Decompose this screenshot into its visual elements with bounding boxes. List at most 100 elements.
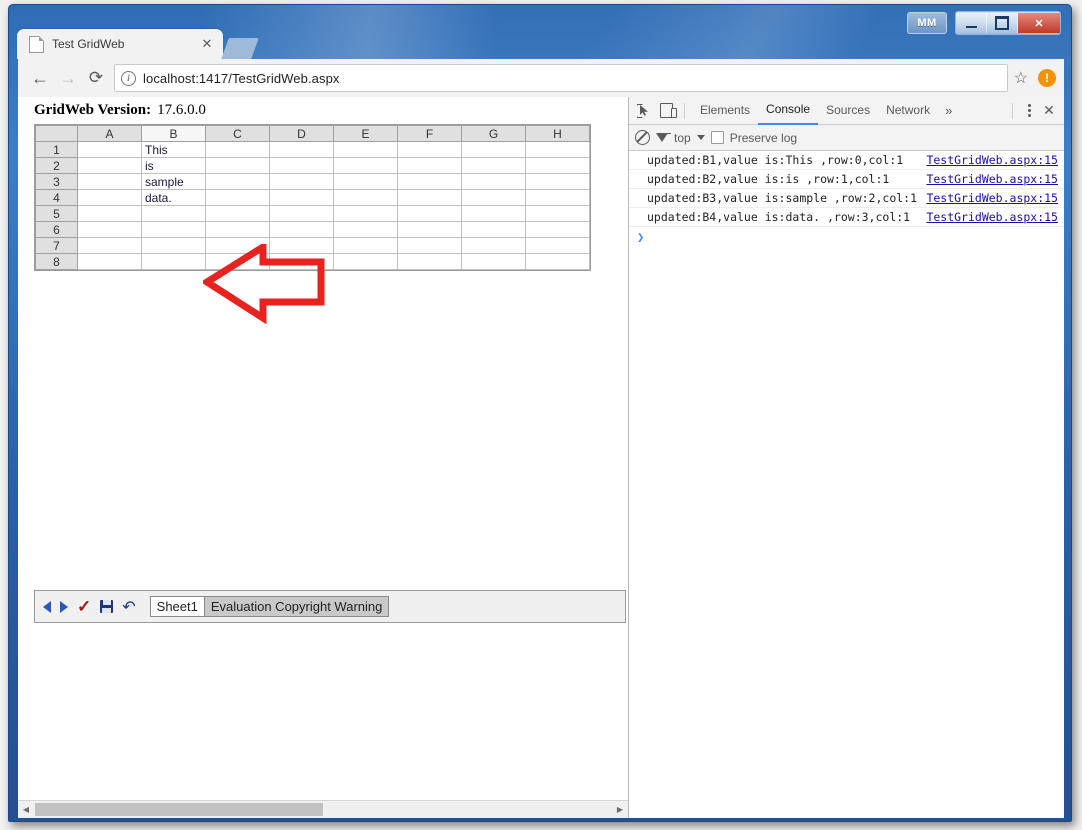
grid-cell-F1[interactable] xyxy=(397,141,462,158)
grid-column-header-g[interactable]: G xyxy=(461,125,526,142)
grid-cell-F3[interactable] xyxy=(397,173,462,190)
grid-cell-D1[interactable] xyxy=(269,141,334,158)
grid-column-header-b[interactable]: B xyxy=(141,125,206,142)
grid-column-header-a[interactable]: A xyxy=(77,125,142,142)
submit-button[interactable]: ✓ xyxy=(77,597,91,617)
bookmark-star-icon[interactable]: ☆ xyxy=(1014,68,1028,88)
next-sheet-button[interactable] xyxy=(60,600,68,613)
grid-column-header-e[interactable]: E xyxy=(333,125,398,142)
tab-elements[interactable]: Elements xyxy=(692,97,758,124)
scroll-left-arrow-icon[interactable]: ◀ xyxy=(18,802,34,817)
grid-cell-G8[interactable] xyxy=(461,253,526,270)
minimize-button[interactable] xyxy=(956,13,987,33)
grid-row-header-8[interactable]: 8 xyxy=(35,253,78,270)
grid-cell-H5[interactable] xyxy=(525,205,590,222)
console-context-selector[interactable]: top xyxy=(674,131,691,145)
grid-cell-D3[interactable] xyxy=(269,173,334,190)
address-bar[interactable]: i localhost:1417/TestGridWeb.aspx xyxy=(114,64,1008,92)
grid-cell-H7[interactable] xyxy=(525,237,590,254)
reload-button[interactable]: ⟳ xyxy=(82,64,110,92)
grid-cell-A1[interactable] xyxy=(77,141,142,158)
grid-cell-C3[interactable] xyxy=(205,173,270,190)
grid-row-header-6[interactable]: 6 xyxy=(35,221,78,238)
grid-cell-H2[interactable] xyxy=(525,157,590,174)
grid-cell-E4[interactable] xyxy=(333,189,398,206)
console-message-source-link[interactable]: TestGridWeb.aspx:15 xyxy=(926,172,1058,186)
devtools-settings-kebab-icon[interactable] xyxy=(1020,102,1038,120)
grid-cell-C1[interactable] xyxy=(205,141,270,158)
preserve-log-checkbox[interactable] xyxy=(710,131,724,144)
grid-cell-A8[interactable] xyxy=(77,253,142,270)
close-devtools-button[interactable]: ✕ xyxy=(1038,100,1060,122)
scroll-right-arrow-icon[interactable]: ▶ xyxy=(612,802,628,817)
grid-cell-C6[interactable] xyxy=(205,221,270,238)
console-prompt-row[interactable]: ❯ xyxy=(629,227,1064,247)
grid-cell-B1[interactable]: This xyxy=(141,141,206,158)
grid-cell-H8[interactable] xyxy=(525,253,590,270)
grid-column-header-c[interactable]: C xyxy=(205,125,270,142)
tab-console[interactable]: Console xyxy=(758,97,819,125)
scrollbar-thumb[interactable] xyxy=(35,803,323,816)
grid-cell-E1[interactable] xyxy=(333,141,398,158)
sheet-tab-sheet1[interactable]: Sheet1 xyxy=(149,596,205,617)
grid-cell-E8[interactable] xyxy=(333,253,398,270)
grid-row-header-3[interactable]: 3 xyxy=(35,173,78,190)
grid-cell-E7[interactable] xyxy=(333,237,398,254)
grid-column-header-d[interactable]: D xyxy=(269,125,334,142)
grid-cell-D6[interactable] xyxy=(269,221,334,238)
update-warning-icon[interactable]: ! xyxy=(1038,69,1056,87)
close-window-button[interactable]: ✕ xyxy=(1018,13,1060,33)
forward-button[interactable]: → xyxy=(54,64,82,92)
save-button[interactable] xyxy=(100,600,114,613)
grid-cell-A6[interactable] xyxy=(77,221,142,238)
grid-cell-E2[interactable] xyxy=(333,157,398,174)
console-message-source-link[interactable]: TestGridWeb.aspx:15 xyxy=(926,210,1058,224)
grid-cell-G5[interactable] xyxy=(461,205,526,222)
grid-cell-F4[interactable] xyxy=(397,189,462,206)
grid-row-header-5[interactable]: 5 xyxy=(35,205,78,222)
toggle-device-toolbar-button[interactable] xyxy=(655,100,677,122)
grid-cell-G1[interactable] xyxy=(461,141,526,158)
clear-console-icon[interactable] xyxy=(635,130,650,145)
grid-select-all-corner[interactable] xyxy=(35,125,78,142)
close-tab-icon[interactable]: ✕ xyxy=(199,36,215,52)
previous-sheet-button[interactable] xyxy=(43,600,51,613)
grid-cell-B7[interactable] xyxy=(141,237,206,254)
grid-cell-E6[interactable] xyxy=(333,221,398,238)
grid-cell-A2[interactable] xyxy=(77,157,142,174)
page-horizontal-scrollbar[interactable]: ◀ ▶ xyxy=(18,800,628,818)
grid-cell-B5[interactable] xyxy=(141,205,206,222)
grid-cell-G2[interactable] xyxy=(461,157,526,174)
grid-cell-B8[interactable] xyxy=(141,253,206,270)
grid-cell-A5[interactable] xyxy=(77,205,142,222)
grid-row-header-4[interactable]: 4 xyxy=(35,189,78,206)
console-message-source-link[interactable]: TestGridWeb.aspx:15 xyxy=(926,191,1058,205)
grid-row-header-7[interactable]: 7 xyxy=(35,237,78,254)
grid-cell-H3[interactable] xyxy=(525,173,590,190)
site-info-icon[interactable]: i xyxy=(121,70,136,86)
console-message-source-link[interactable]: TestGridWeb.aspx:15 xyxy=(926,153,1058,167)
grid-cell-F2[interactable] xyxy=(397,157,462,174)
grid-cell-A3[interactable] xyxy=(77,173,142,190)
tab-network[interactable]: Network xyxy=(878,97,938,124)
grid-cell-B2[interactable]: is xyxy=(141,157,206,174)
grid-cell-F7[interactable] xyxy=(397,237,462,254)
undo-button[interactable]: ↶ xyxy=(122,597,135,617)
inspect-element-button[interactable] xyxy=(633,100,655,122)
grid-cell-H1[interactable] xyxy=(525,141,590,158)
grid-cell-G7[interactable] xyxy=(461,237,526,254)
filter-icon[interactable] xyxy=(656,133,671,142)
grid-cell-H6[interactable] xyxy=(525,221,590,238)
grid-cell-C2[interactable] xyxy=(205,157,270,174)
grid-cell-H4[interactable] xyxy=(525,189,590,206)
grid-cell-B3[interactable]: sample xyxy=(141,173,206,190)
grid-cell-A4[interactable] xyxy=(77,189,142,206)
grid-row-header-1[interactable]: 1 xyxy=(35,141,78,158)
grid-cell-F5[interactable] xyxy=(397,205,462,222)
grid-cell-E3[interactable] xyxy=(333,173,398,190)
grid-cell-A7[interactable] xyxy=(77,237,142,254)
grid-cell-F8[interactable] xyxy=(397,253,462,270)
new-tab-button[interactable] xyxy=(221,38,259,59)
grid-cell-F6[interactable] xyxy=(397,221,462,238)
grid-cell-E5[interactable] xyxy=(333,205,398,222)
